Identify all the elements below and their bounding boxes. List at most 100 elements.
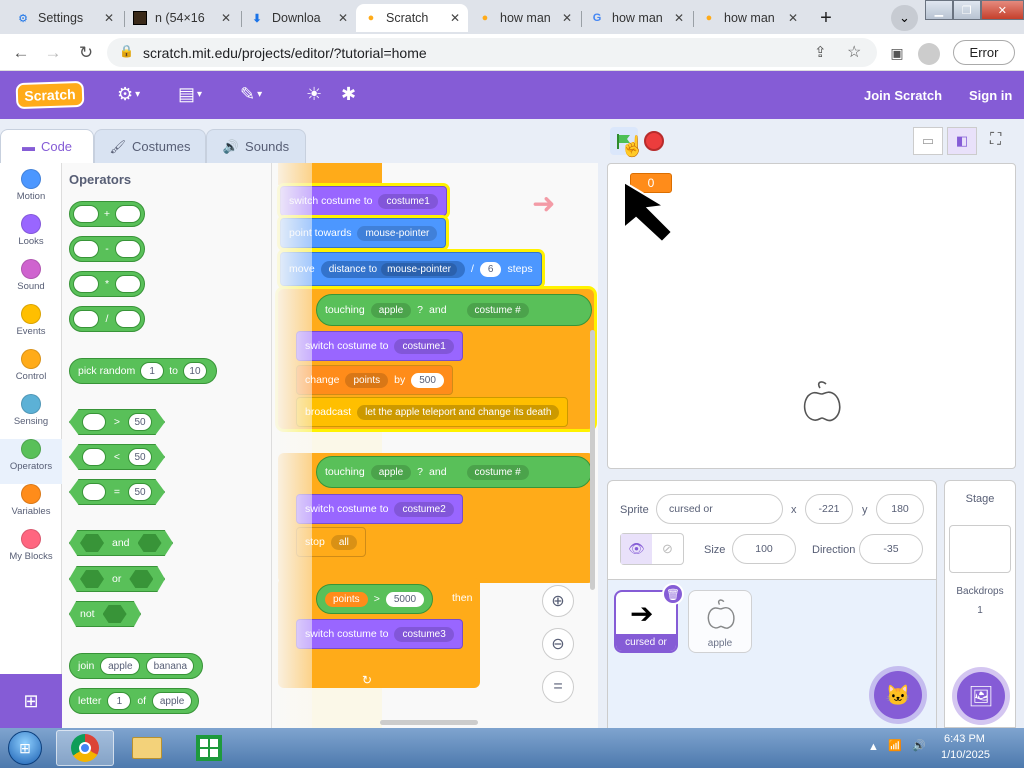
stage-thumbnail[interactable] <box>949 525 1011 573</box>
browser-tab[interactable]: ⚙ Settings ✕ <box>8 4 122 32</box>
network-icon[interactable]: 📶 <box>888 739 902 752</box>
show-sprite-icon[interactable]: 👁 <box>621 534 652 564</box>
add-block[interactable]: + <box>69 201 145 227</box>
restore-button[interactable]: ❐ <box>952 0 981 20</box>
tab-costumes[interactable]: 🖌 Costumes <box>94 129 206 163</box>
browser-tab[interactable]: ⬇ Downloa ✕ <box>242 4 356 32</box>
tutorials-lightbulb-icon[interactable]: ☀ <box>306 84 322 105</box>
small-stage-icon[interactable]: ▭ <box>913 127 943 155</box>
category-control[interactable]: Control <box>0 349 62 394</box>
apple-sprite[interactable] <box>800 378 844 424</box>
subtract-block[interactable]: - <box>69 236 145 262</box>
switch-costume-block[interactable]: switch costume to costume3 <box>296 619 463 649</box>
and-block[interactable]: and <box>69 530 173 556</box>
minimize-button[interactable]: ▁ <box>925 0 953 20</box>
volume-icon[interactable]: 🔊 <box>912 739 926 752</box>
browser-tab-active[interactable]: ● Scratch ✕ <box>356 4 468 32</box>
browser-tab[interactable]: ● how man ✕ <box>694 4 806 32</box>
join-scratch-link[interactable]: Join Scratch <box>864 88 942 103</box>
tab-code[interactable]: ▬ Code <box>0 129 94 163</box>
close-window-button[interactable]: ✕ <box>980 0 1024 20</box>
sprite-y-input[interactable]: 180 <box>876 494 924 524</box>
scratch-logo[interactable]: Scratch <box>15 80 85 110</box>
profile-avatar[interactable] <box>918 43 940 65</box>
move-steps-block[interactable]: move distance tomouse-pointer / 6 steps <box>280 252 542 286</box>
add-extension-icon[interactable]: ⊞ <box>0 674 62 728</box>
large-stage-icon[interactable]: ◧ <box>947 127 977 155</box>
forward-icon[interactable]: → <box>42 42 64 64</box>
change-variable-block[interactable]: change points by 500 <box>296 365 453 395</box>
close-tab-icon[interactable]: ✕ <box>558 11 572 25</box>
letter-of-block[interactable]: letter 1 of apple <box>69 688 199 714</box>
tab-search-icon[interactable]: ⌄ <box>891 5 918 31</box>
touching-and-condition[interactable]: touching apple? and costume # <box>316 456 592 488</box>
delete-sprite-icon[interactable]: 🗑 <box>662 583 684 605</box>
less-than-block[interactable]: <50 <box>69 444 165 470</box>
new-tab-button[interactable]: + <box>813 5 839 31</box>
reload-icon[interactable]: ↻ <box>75 42 97 64</box>
category-events[interactable]: Events <box>0 304 62 349</box>
share-icon[interactable]: ⇪ <box>814 43 827 61</box>
side-panel-icon[interactable]: ▣ <box>886 42 908 64</box>
script-area[interactable]: ➜ switch costume to costume1 point toward… <box>272 163 598 728</box>
browser-tab[interactable]: n (54×16 ✕ <box>125 4 239 32</box>
show-hidden-icons-icon[interactable]: ▲ <box>868 741 879 753</box>
close-tab-icon[interactable]: ✕ <box>784 11 798 25</box>
store-icon[interactable] <box>180 730 238 766</box>
category-operators[interactable]: Operators <box>0 439 62 484</box>
category-looks[interactable]: Looks <box>0 214 62 259</box>
choose-backdrop-icon[interactable]: 🖼 <box>957 672 1005 720</box>
back-icon[interactable]: ← <box>10 42 32 64</box>
zoom-out-icon[interactable]: ⊖ <box>542 628 574 660</box>
zoom-reset-icon[interactable]: = <box>542 671 574 703</box>
address-bar[interactable]: 🔒 scratch.mit.edu/projects/editor/?tutor… <box>107 38 877 67</box>
greater-than-block[interactable]: >50 <box>69 409 165 435</box>
sprite-x-input[interactable]: -221 <box>805 494 853 524</box>
pick-random-block[interactable]: pick random 1 to 10 <box>69 358 217 384</box>
sprite-direction-input[interactable]: -35 <box>859 534 923 564</box>
browser-tab[interactable]: G how man ✕ <box>582 4 692 32</box>
clock-date[interactable]: 1/10/2025 <box>941 749 990 761</box>
settings-menu-icon[interactable]: ⚙ ▾ <box>117 84 140 105</box>
browser-tab[interactable]: ● how man ✕ <box>470 4 580 32</box>
close-tab-icon[interactable]: ✕ <box>217 11 231 25</box>
or-block[interactable]: or <box>69 566 165 592</box>
greater-than-condition[interactable]: points >5000 <box>316 584 434 614</box>
choose-sprite-icon[interactable]: 🐱 <box>874 671 922 719</box>
join-block[interactable]: join apple banana <box>69 653 203 679</box>
divide-block[interactable]: / <box>69 306 145 332</box>
zoom-in-icon[interactable]: ⊕ <box>542 585 574 617</box>
category-sound[interactable]: Sound <box>0 259 62 304</box>
broadcast-block[interactable]: broadcast let the apple teleport and chan… <box>296 397 569 427</box>
file-explorer-icon[interactable] <box>118 730 176 766</box>
equals-block[interactable]: = 50 <box>69 479 165 505</box>
script-horizontal-scrollbar[interactable] <box>380 720 478 725</box>
close-tab-icon[interactable]: ✕ <box>100 11 114 25</box>
debug-icon[interactable]: ✱ <box>341 84 356 105</box>
bookmark-star-icon[interactable]: ☆ <box>847 42 861 62</box>
sprite-name-input[interactable]: cursed or <box>656 494 783 524</box>
script-vertical-scrollbar[interactable] <box>590 330 595 590</box>
switch-costume-block[interactable]: switch costume to costume2 <box>296 494 463 524</box>
chrome-taskbar-icon[interactable] <box>56 730 114 766</box>
sprite-size-input[interactable]: 100 <box>732 534 796 564</box>
close-tab-icon[interactable]: ✕ <box>670 11 684 25</box>
stop-sign-icon[interactable] <box>644 131 664 151</box>
fullscreen-icon[interactable]: ⛶ <box>990 131 1001 149</box>
error-button[interactable]: Error <box>953 40 1015 65</box>
hide-sprite-icon[interactable]: ⊘ <box>652 534 683 564</box>
touching-and-condition[interactable]: touching apple? and costume # <box>316 294 592 326</box>
category-my-blocks[interactable]: My Blocks <box>0 529 62 574</box>
stage-selector-pane[interactable]: Stage Backdrops 1 🖼 <box>944 480 1016 728</box>
not-block[interactable]: not <box>69 601 141 627</box>
category-variables[interactable]: Variables <box>0 484 62 529</box>
edit-menu-icon[interactable]: ✎ ▾ <box>240 84 262 105</box>
file-menu-icon[interactable]: ▤ ▾ <box>178 84 202 105</box>
switch-costume-block[interactable]: switch costume to costume1 <box>296 331 463 361</box>
lock-icon[interactable]: 🔒 <box>119 44 134 58</box>
close-tab-icon[interactable]: ✕ <box>334 11 348 25</box>
clock-time[interactable]: 6:43 PM <box>944 733 985 745</box>
stage-canvas[interactable]: 0 <box>607 163 1016 469</box>
sign-in-link[interactable]: Sign in <box>969 88 1012 103</box>
sprite-thumbnail[interactable]: apple <box>688 590 752 653</box>
